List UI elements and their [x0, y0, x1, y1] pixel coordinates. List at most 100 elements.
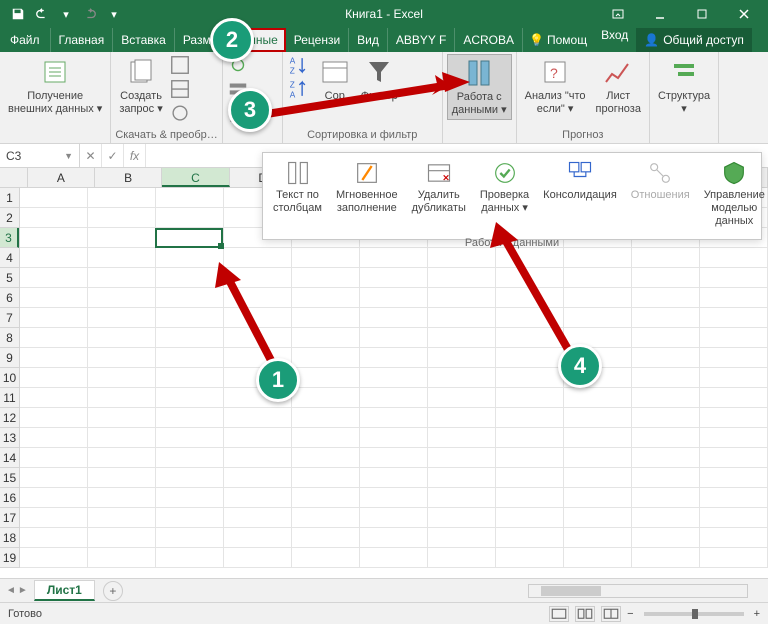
- cell[interactable]: [632, 328, 700, 348]
- add-sheet-button[interactable]: +: [103, 581, 123, 601]
- row-header[interactable]: 13: [0, 428, 19, 448]
- cell[interactable]: [292, 308, 360, 328]
- cell[interactable]: [564, 528, 632, 548]
- row-header[interactable]: 5: [0, 268, 19, 288]
- row-header[interactable]: 10: [0, 368, 19, 388]
- cell[interactable]: [360, 428, 428, 448]
- cell[interactable]: [632, 268, 700, 288]
- cell[interactable]: [292, 468, 360, 488]
- new-query-button[interactable]: Создать запрос ▾: [115, 54, 166, 118]
- cell[interactable]: [156, 348, 224, 368]
- cell[interactable]: [700, 368, 768, 388]
- page-layout-view-icon[interactable]: [575, 606, 595, 622]
- popup-item-6[interactable]: Управление моделью данных: [698, 157, 768, 231]
- cell[interactable]: [20, 208, 88, 228]
- cell[interactable]: [428, 268, 496, 288]
- cell[interactable]: [20, 308, 88, 328]
- cell[interactable]: [224, 488, 292, 508]
- cell[interactable]: [564, 508, 632, 528]
- cell[interactable]: [156, 448, 224, 468]
- cell[interactable]: [292, 488, 360, 508]
- cell[interactable]: [496, 528, 564, 548]
- cell[interactable]: [360, 308, 428, 328]
- row-header[interactable]: 3: [0, 228, 19, 248]
- page-break-view-icon[interactable]: [601, 606, 621, 622]
- cell[interactable]: [700, 468, 768, 488]
- zoom-out-button[interactable]: −: [627, 608, 633, 620]
- cell[interactable]: [224, 508, 292, 528]
- cell[interactable]: [360, 348, 428, 368]
- cell[interactable]: [632, 548, 700, 568]
- cell[interactable]: [360, 508, 428, 528]
- cell[interactable]: [20, 188, 88, 208]
- cell[interactable]: [700, 488, 768, 508]
- row-header[interactable]: 4: [0, 248, 19, 268]
- chevron-down-icon[interactable]: ▼: [64, 151, 73, 161]
- cell[interactable]: [292, 268, 360, 288]
- row-header[interactable]: 15: [0, 468, 19, 488]
- tab-home[interactable]: Главная: [51, 28, 114, 52]
- cell[interactable]: [428, 548, 496, 568]
- cell[interactable]: [564, 428, 632, 448]
- cell[interactable]: [360, 328, 428, 348]
- cell[interactable]: [632, 488, 700, 508]
- cell[interactable]: [700, 548, 768, 568]
- cell[interactable]: [88, 328, 156, 348]
- share-button[interactable]: 👤Общий доступ: [636, 28, 752, 52]
- row-header[interactable]: 16: [0, 488, 19, 508]
- cell[interactable]: [156, 548, 224, 568]
- cell[interactable]: [88, 268, 156, 288]
- cell[interactable]: [20, 488, 88, 508]
- tab-view[interactable]: Вид: [349, 28, 388, 52]
- cell[interactable]: [428, 488, 496, 508]
- cell[interactable]: [88, 248, 156, 268]
- cell[interactable]: [88, 388, 156, 408]
- row-header[interactable]: 2: [0, 208, 19, 228]
- scroll-thumb[interactable]: [541, 586, 601, 596]
- cell[interactable]: [496, 448, 564, 468]
- row-header[interactable]: 18: [0, 528, 19, 548]
- cell[interactable]: [292, 288, 360, 308]
- cell[interactable]: [700, 408, 768, 428]
- cell[interactable]: [564, 468, 632, 488]
- sheet-next-icon[interactable]: ►: [18, 585, 28, 596]
- row-header[interactable]: 9: [0, 348, 19, 368]
- cell[interactable]: [700, 268, 768, 288]
- zoom-thumb[interactable]: [692, 609, 698, 619]
- row-header[interactable]: 1: [0, 188, 19, 208]
- cell[interactable]: [292, 428, 360, 448]
- cell[interactable]: [360, 528, 428, 548]
- cell[interactable]: [496, 548, 564, 568]
- cell[interactable]: [224, 528, 292, 548]
- cell[interactable]: [224, 548, 292, 568]
- cell[interactable]: [156, 308, 224, 328]
- show-queries-icon[interactable]: [169, 54, 191, 76]
- cell[interactable]: [88, 208, 156, 228]
- row-header[interactable]: 12: [0, 408, 19, 428]
- cell[interactable]: [428, 468, 496, 488]
- row-header[interactable]: 14: [0, 448, 19, 468]
- undo-dropdown-icon[interactable]: ▾: [56, 4, 76, 24]
- cell[interactable]: [20, 288, 88, 308]
- cell[interactable]: [700, 388, 768, 408]
- horizontal-scrollbar[interactable]: [528, 584, 748, 598]
- cell[interactable]: [360, 408, 428, 428]
- select-all-corner[interactable]: [0, 168, 28, 187]
- redo-icon[interactable]: [80, 4, 100, 24]
- cell[interactable]: [156, 488, 224, 508]
- cell[interactable]: [156, 388, 224, 408]
- popup-item-0[interactable]: Текст по столбцам: [267, 157, 328, 231]
- cell[interactable]: [88, 228, 156, 248]
- tab-review[interactable]: Рецензи: [286, 28, 349, 52]
- tab-abbyy[interactable]: ABBYY F: [388, 28, 455, 52]
- cell[interactable]: [360, 548, 428, 568]
- tab-file[interactable]: Файл: [0, 28, 51, 52]
- login-link[interactable]: Вход: [593, 28, 636, 52]
- cell[interactable]: [496, 428, 564, 448]
- tell-me-search[interactable]: 💡Помощ: [523, 28, 593, 52]
- cell[interactable]: [564, 488, 632, 508]
- normal-view-icon[interactable]: [549, 606, 569, 622]
- tab-acrobat[interactable]: ACROBA: [455, 28, 523, 52]
- cell[interactable]: [632, 468, 700, 488]
- cell[interactable]: [20, 348, 88, 368]
